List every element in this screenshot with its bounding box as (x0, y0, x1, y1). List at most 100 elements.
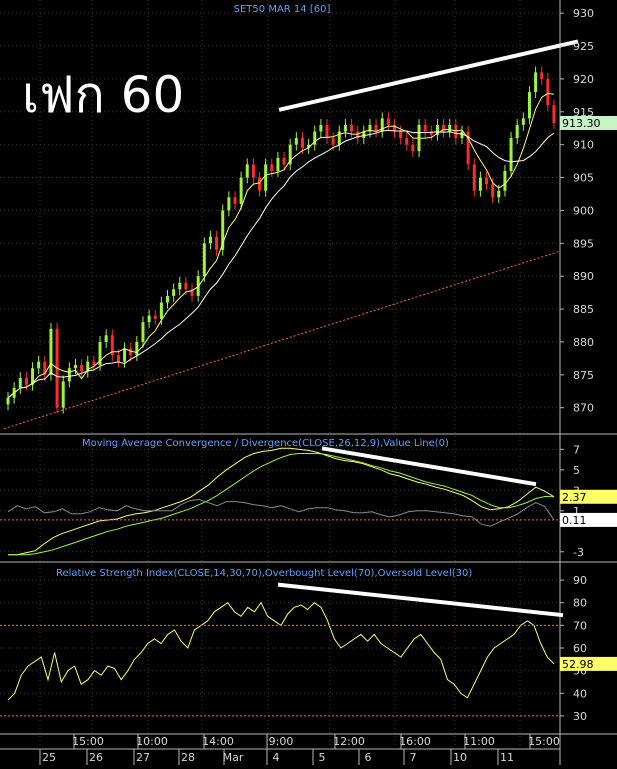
candle-body (454, 124, 458, 139)
chart-annotation: เฟก 60 (22, 66, 184, 124)
candle-body (61, 381, 65, 408)
candle-body (472, 164, 476, 191)
candle-body (258, 177, 262, 191)
candle-body (141, 322, 145, 342)
candle-body (331, 138, 335, 145)
date-tick-label: 25 (42, 751, 56, 764)
candle-body (527, 92, 531, 119)
y-tick-label: 905 (573, 172, 594, 185)
date-tick-label: 26 (89, 751, 103, 764)
candle-body (319, 124, 323, 132)
date-tick-label: 27 (136, 751, 150, 764)
candle-body (552, 105, 556, 123)
date-tick-label: Mar (223, 751, 244, 764)
candle-body (80, 364, 84, 372)
candle-body (515, 124, 519, 139)
candle-body (282, 157, 286, 165)
candle-body (135, 341, 139, 356)
candle-body (92, 361, 96, 365)
time-tick-label: 16:00 (399, 735, 431, 748)
candle-body (49, 328, 53, 375)
candle-body (325, 124, 329, 139)
candle-body (546, 78, 550, 106)
y-tick-label: 925 (573, 40, 594, 53)
date-tick-label: 11 (500, 751, 514, 764)
candle-body (208, 236, 212, 244)
time-tick-label: 11:00 (463, 735, 495, 748)
candle-body (405, 138, 409, 145)
candle-body (227, 197, 231, 211)
y-tick-label: 60 (573, 642, 587, 655)
candle-body (276, 157, 280, 171)
candle-body (264, 164, 268, 191)
candle-body (411, 144, 415, 152)
y-tick-label: 920 (573, 73, 594, 86)
candle-body (116, 355, 120, 362)
candle-body (423, 124, 427, 132)
last-price-label: 913.30 (562, 117, 601, 130)
candle-body (294, 138, 298, 145)
time-tick-label: 9:00 (269, 735, 294, 748)
date-tick-label: 10 (453, 751, 467, 764)
rsi-last-label: 52.98 (562, 658, 594, 671)
chart-title: SET50 MAR 14 [60] (234, 4, 331, 15)
date-tick-label: 6 (365, 751, 372, 764)
date-tick-label: 5 (319, 751, 326, 764)
candle-body (540, 72, 544, 79)
y-tick-label: 910 (573, 139, 594, 152)
candle-body (153, 315, 157, 319)
y-tick-label: 900 (573, 204, 594, 217)
candle-body (343, 124, 347, 132)
time-tick-label: 12:00 (333, 735, 365, 748)
y-tick-label: 930 (573, 7, 594, 20)
time-tick-label: 15:00 (72, 735, 104, 748)
candle-body (509, 138, 513, 171)
rsi-panel-title: Relative Strength Index(CLOSE,14,30,70),… (56, 568, 472, 579)
candle-body (386, 118, 390, 125)
candle-body (270, 164, 274, 171)
y-tick-label: 880 (573, 336, 594, 349)
candle-body (6, 397, 10, 405)
candle-body (147, 315, 151, 323)
y-tick-label: 30 (573, 710, 587, 723)
candle-body (18, 378, 22, 388)
candle-body (104, 335, 108, 342)
candle-body (239, 177, 243, 204)
candle-body (534, 72, 538, 93)
candle-body (166, 295, 170, 303)
candle-body (215, 236, 219, 250)
y-tick-label: 885 (573, 303, 594, 316)
candle-body (448, 124, 452, 132)
y-tick-label: 890 (573, 270, 594, 283)
date-tick-label: 7 (410, 751, 417, 764)
time-tick-label: 15:00 (528, 735, 560, 748)
candle-body (184, 282, 188, 290)
candle-body (485, 177, 489, 185)
candle-body (491, 184, 495, 198)
candle-body (350, 124, 354, 132)
candle-body (172, 289, 176, 296)
candle-body (123, 348, 127, 362)
y-tick-label: 895 (573, 237, 594, 250)
candle-body (37, 361, 41, 369)
candle-body (233, 197, 237, 204)
candle-body (73, 364, 77, 369)
macd-value-label: 0.11 (562, 514, 587, 527)
y-tick-label: 70 (573, 619, 587, 632)
candle-body (178, 282, 182, 290)
y-tick-label: 90 (573, 574, 587, 587)
candle-body (478, 177, 482, 191)
candle-body (300, 138, 304, 148)
candle-body (24, 378, 28, 385)
candle-body (251, 164, 255, 178)
y-tick-label: 875 (573, 369, 594, 382)
chart-canvas: 870875880885890895900905910915920925930-… (0, 0, 617, 765)
macd-panel-title: Moving Average Convergence / Divergence(… (82, 438, 449, 449)
time-tick-label: 10:00 (136, 735, 168, 748)
candle-body (159, 302, 163, 319)
candle-body (503, 170, 507, 191)
candle-body (67, 368, 71, 382)
date-tick-label: 4 (273, 751, 280, 764)
candle-body (202, 243, 206, 277)
candle-body (362, 131, 366, 139)
